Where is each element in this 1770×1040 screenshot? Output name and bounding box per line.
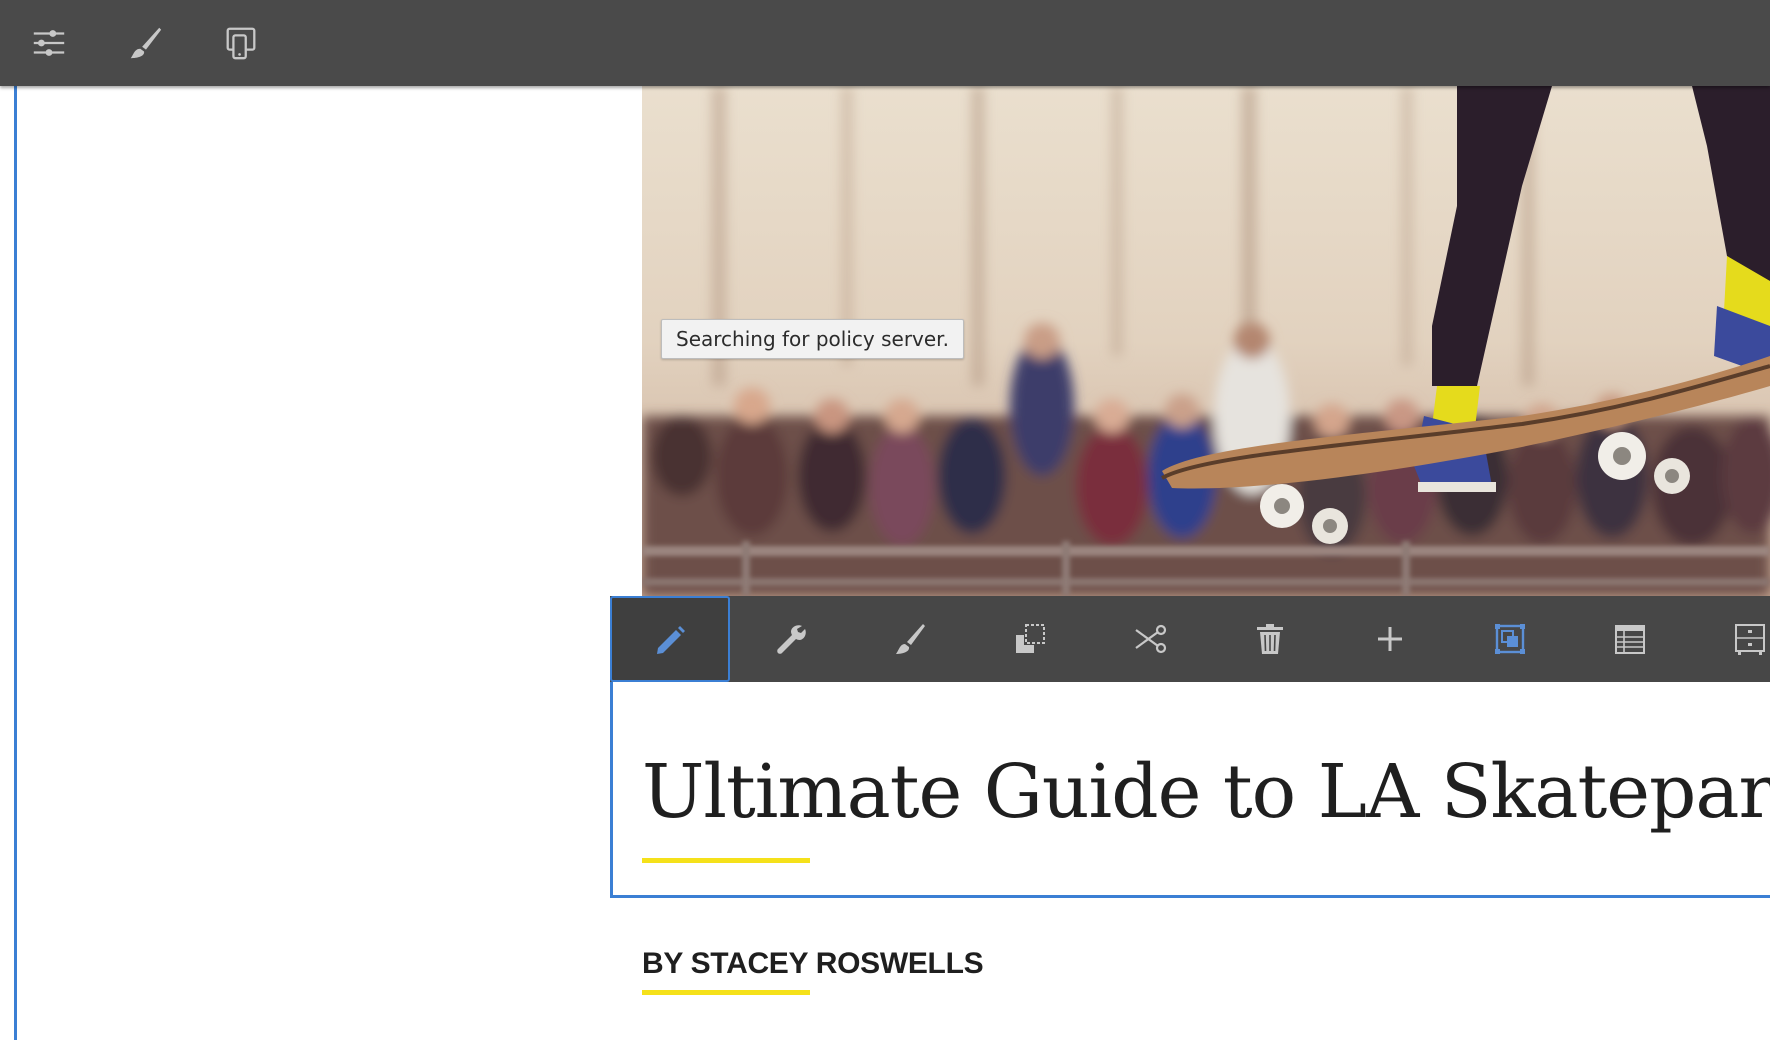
more-button[interactable]: [1690, 596, 1770, 682]
cut-button[interactable]: [1090, 596, 1210, 682]
scissors-icon: [1135, 624, 1167, 654]
properties-button[interactable]: [18, 17, 80, 69]
trash-icon: [1257, 624, 1283, 654]
top-toolbar: [0, 0, 1770, 86]
plus-icon: [1378, 627, 1402, 651]
left-panel-border: [14, 86, 17, 1040]
select-parent-button[interactable]: [1450, 596, 1570, 682]
insert-button[interactable]: [1330, 596, 1450, 682]
table-icon: [1615, 625, 1645, 654]
pencil-icon: [657, 626, 685, 654]
title-underline: [642, 858, 810, 863]
style-button[interactable]: [850, 596, 970, 682]
component-toolbar: [610, 596, 1770, 682]
brush-icon: [130, 27, 162, 59]
cabinet-icon: [1735, 624, 1765, 655]
article-title[interactable]: Ultimate Guide to LA Skateparks: [642, 748, 1770, 836]
edit-button[interactable]: [610, 596, 730, 682]
wrench-icon: [777, 625, 806, 654]
group-icon: [1495, 624, 1525, 654]
devices-icon: [226, 27, 256, 60]
delete-button[interactable]: [1210, 596, 1330, 682]
emulator-button[interactable]: [210, 17, 272, 69]
copy-icon: [1016, 624, 1045, 653]
sliders-icon: [33, 30, 65, 56]
copy-button[interactable]: [970, 596, 1090, 682]
status-tooltip: Searching for policy server.: [661, 319, 964, 359]
article-byline[interactable]: BY STACEY ROSWELLS: [642, 944, 984, 984]
byline-underline: [642, 990, 810, 995]
layout-button[interactable]: [1570, 596, 1690, 682]
style-button[interactable]: [114, 17, 176, 69]
brush-icon: [896, 624, 925, 654]
configure-button[interactable]: [730, 596, 850, 682]
